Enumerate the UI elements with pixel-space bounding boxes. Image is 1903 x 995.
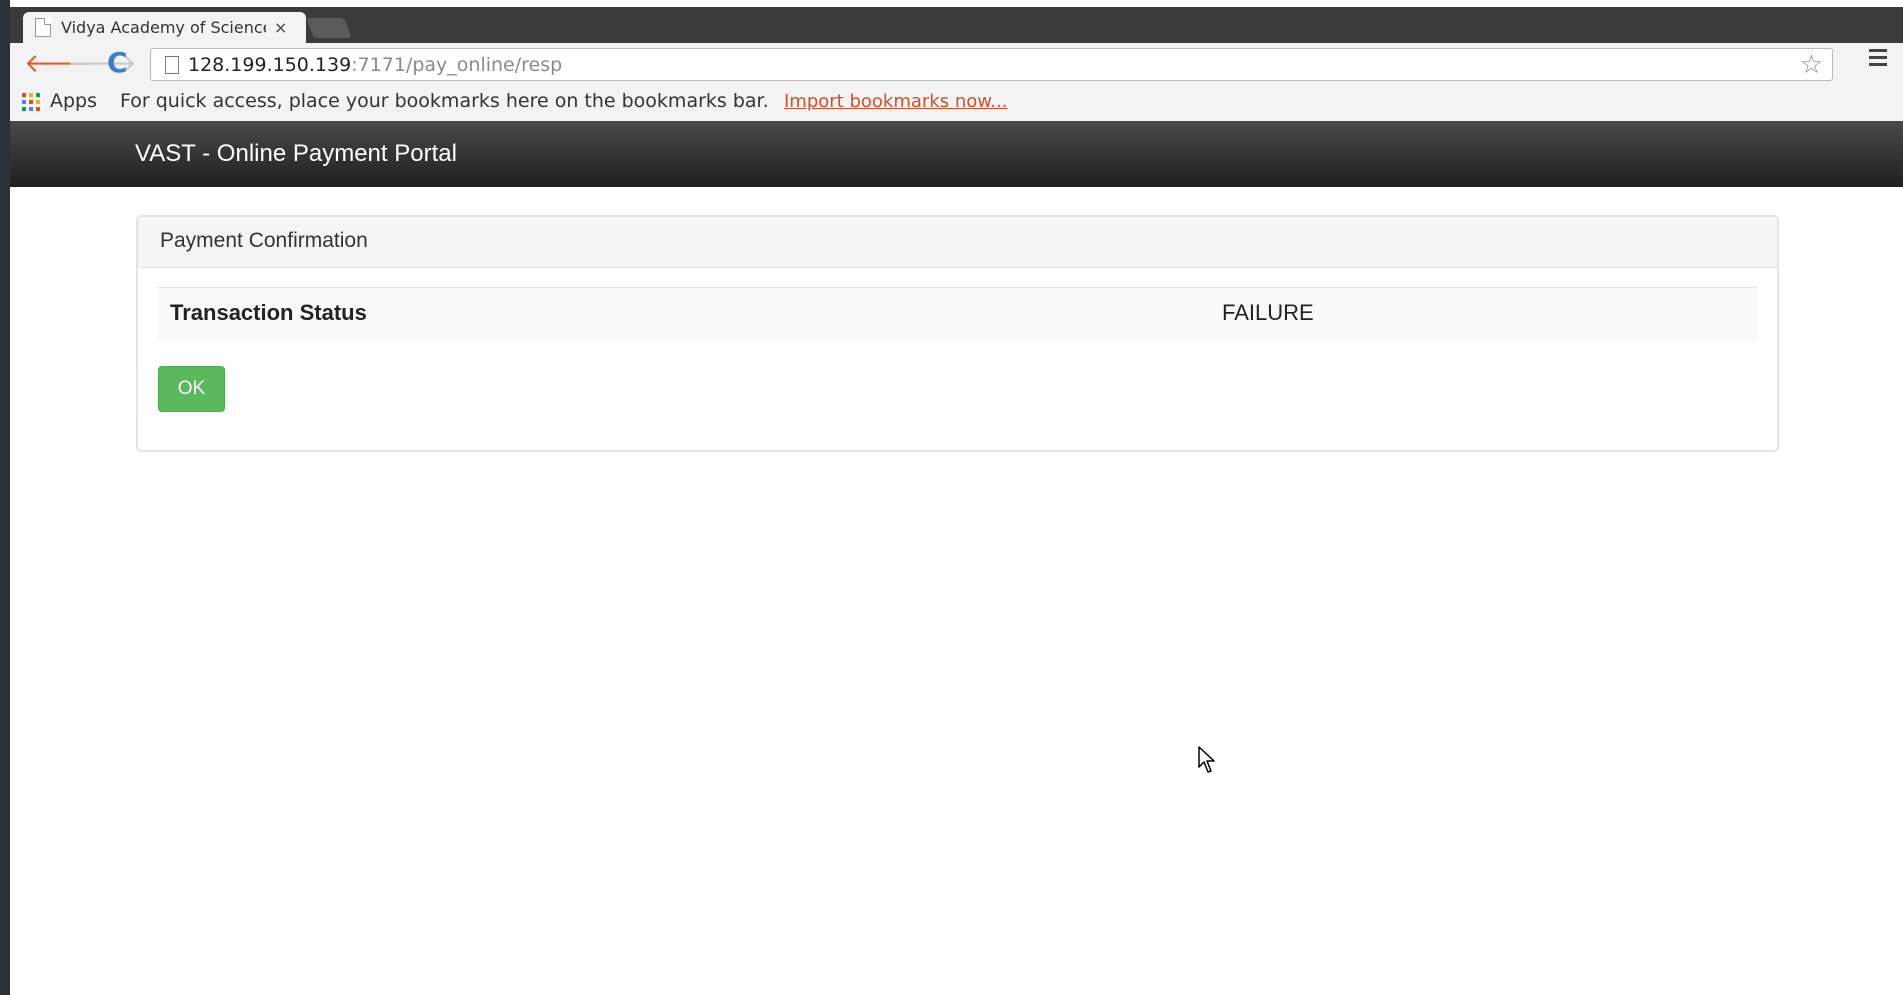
browser-tab[interactable]: Vidya Academy of Science × xyxy=(23,12,306,43)
new-tab-button[interactable] xyxy=(306,18,352,38)
ok-button[interactable]: OK xyxy=(158,366,225,412)
mouse-cursor-icon xyxy=(1198,746,1215,773)
bookmarks-bar: Apps For quick access, place your bookma… xyxy=(10,85,1903,121)
transaction-status-value: FAILURE xyxy=(1222,300,1314,325)
url-host: 128.199.150.139 xyxy=(188,54,352,76)
transaction-status-label: Transaction Status xyxy=(170,300,367,325)
window-left-edge xyxy=(0,0,10,995)
app-navbar: VAST - Online Payment Portal xyxy=(10,121,1903,187)
table-row: Transaction Status FAILURE xyxy=(158,287,1757,340)
page-info-icon[interactable] xyxy=(165,56,179,74)
apps-grid-icon[interactable] xyxy=(22,93,40,111)
menu-icon[interactable] xyxy=(1869,49,1887,70)
bookmarks-hint: For quick access, place your bookmarks h… xyxy=(120,90,769,112)
payment-confirmation-panel: Payment Confirmation Transaction Status … xyxy=(136,215,1779,452)
url-text[interactable]: 128.199.150.139:7171/pay_online/resp xyxy=(188,54,562,76)
window-top-edge xyxy=(0,0,1903,7)
tab-strip: Vidya Academy of Science × xyxy=(10,7,1903,43)
bookmark-star-icon[interactable]: ☆ xyxy=(1800,50,1823,80)
portal-brand[interactable]: VAST - Online Payment Portal xyxy=(135,140,457,168)
tab-title: Vidya Academy of Science xyxy=(61,18,266,37)
apps-shortcut[interactable]: Apps xyxy=(50,90,97,112)
import-bookmarks-link[interactable]: Import bookmarks now... xyxy=(784,91,1007,112)
browser-toolbar: 🡐 🡒 C 128.199.150.139:7171/pay_online/re… xyxy=(10,43,1903,85)
page-icon xyxy=(35,18,51,37)
reload-icon[interactable]: C xyxy=(107,48,128,78)
panel-heading: Payment Confirmation xyxy=(138,217,1777,268)
close-tab-icon[interactable]: × xyxy=(274,18,287,37)
url-path: :7171/pay_online/resp xyxy=(351,54,563,76)
address-bar[interactable]: 128.199.150.139:7171/pay_online/resp ☆ xyxy=(150,48,1833,81)
